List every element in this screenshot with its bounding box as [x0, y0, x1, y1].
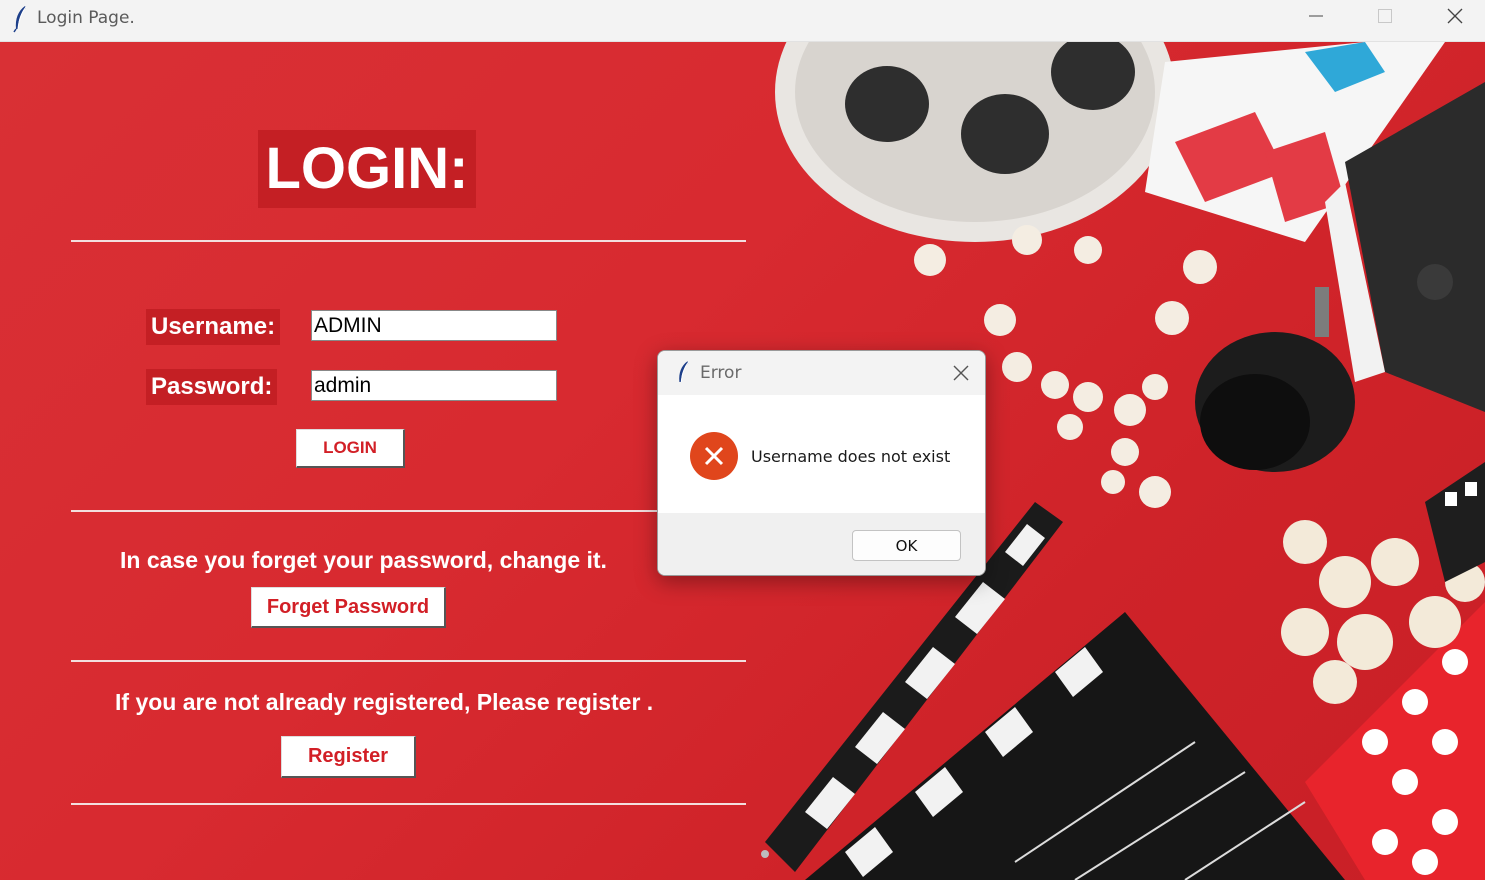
maximize-icon — [1378, 9, 1392, 23]
dialog-title: Error — [700, 363, 742, 383]
close-icon — [1447, 8, 1463, 24]
dialog-footer: OK — [658, 513, 985, 575]
divider — [71, 240, 746, 242]
window-title: Login Page. — [37, 8, 135, 28]
window-titlebar: Login Page. — [0, 0, 1485, 42]
username-input[interactable] — [311, 310, 557, 341]
close-icon[interactable] — [949, 361, 973, 385]
film-strip-icon — [1425, 462, 1485, 582]
close-button[interactable] — [1420, 0, 1485, 32]
feather-icon — [13, 6, 27, 33]
forgot-password-text: In case you forget your password, change… — [120, 547, 607, 573]
register-text: If you are not already registered, Pleas… — [115, 689, 654, 715]
login-heading: LOGIN: — [258, 130, 476, 208]
forget-password-button[interactable]: Forget Password — [251, 587, 446, 628]
username-label: Username: — [146, 309, 281, 345]
minimize-icon — [1309, 15, 1323, 17]
film-reel-icon — [775, 42, 1175, 242]
dialog-titlebar: Error — [658, 351, 985, 395]
error-dialog: Error Username does not exist OK — [657, 350, 986, 576]
maximize-button[interactable] — [1350, 0, 1420, 32]
login-button[interactable]: LOGIN — [296, 429, 405, 468]
feather-icon — [679, 361, 689, 383]
register-button[interactable]: Register — [281, 736, 416, 778]
password-input[interactable] — [311, 370, 557, 401]
error-message: Username does not exist — [751, 447, 951, 466]
error-icon — [690, 432, 738, 480]
divider — [71, 660, 746, 662]
divider — [71, 510, 746, 512]
minimize-button[interactable] — [1281, 0, 1351, 32]
ok-button[interactable]: OK — [852, 530, 961, 561]
divider — [71, 803, 746, 805]
dialog-body: Username does not exist — [658, 395, 985, 513]
password-label: Password: — [146, 369, 278, 405]
